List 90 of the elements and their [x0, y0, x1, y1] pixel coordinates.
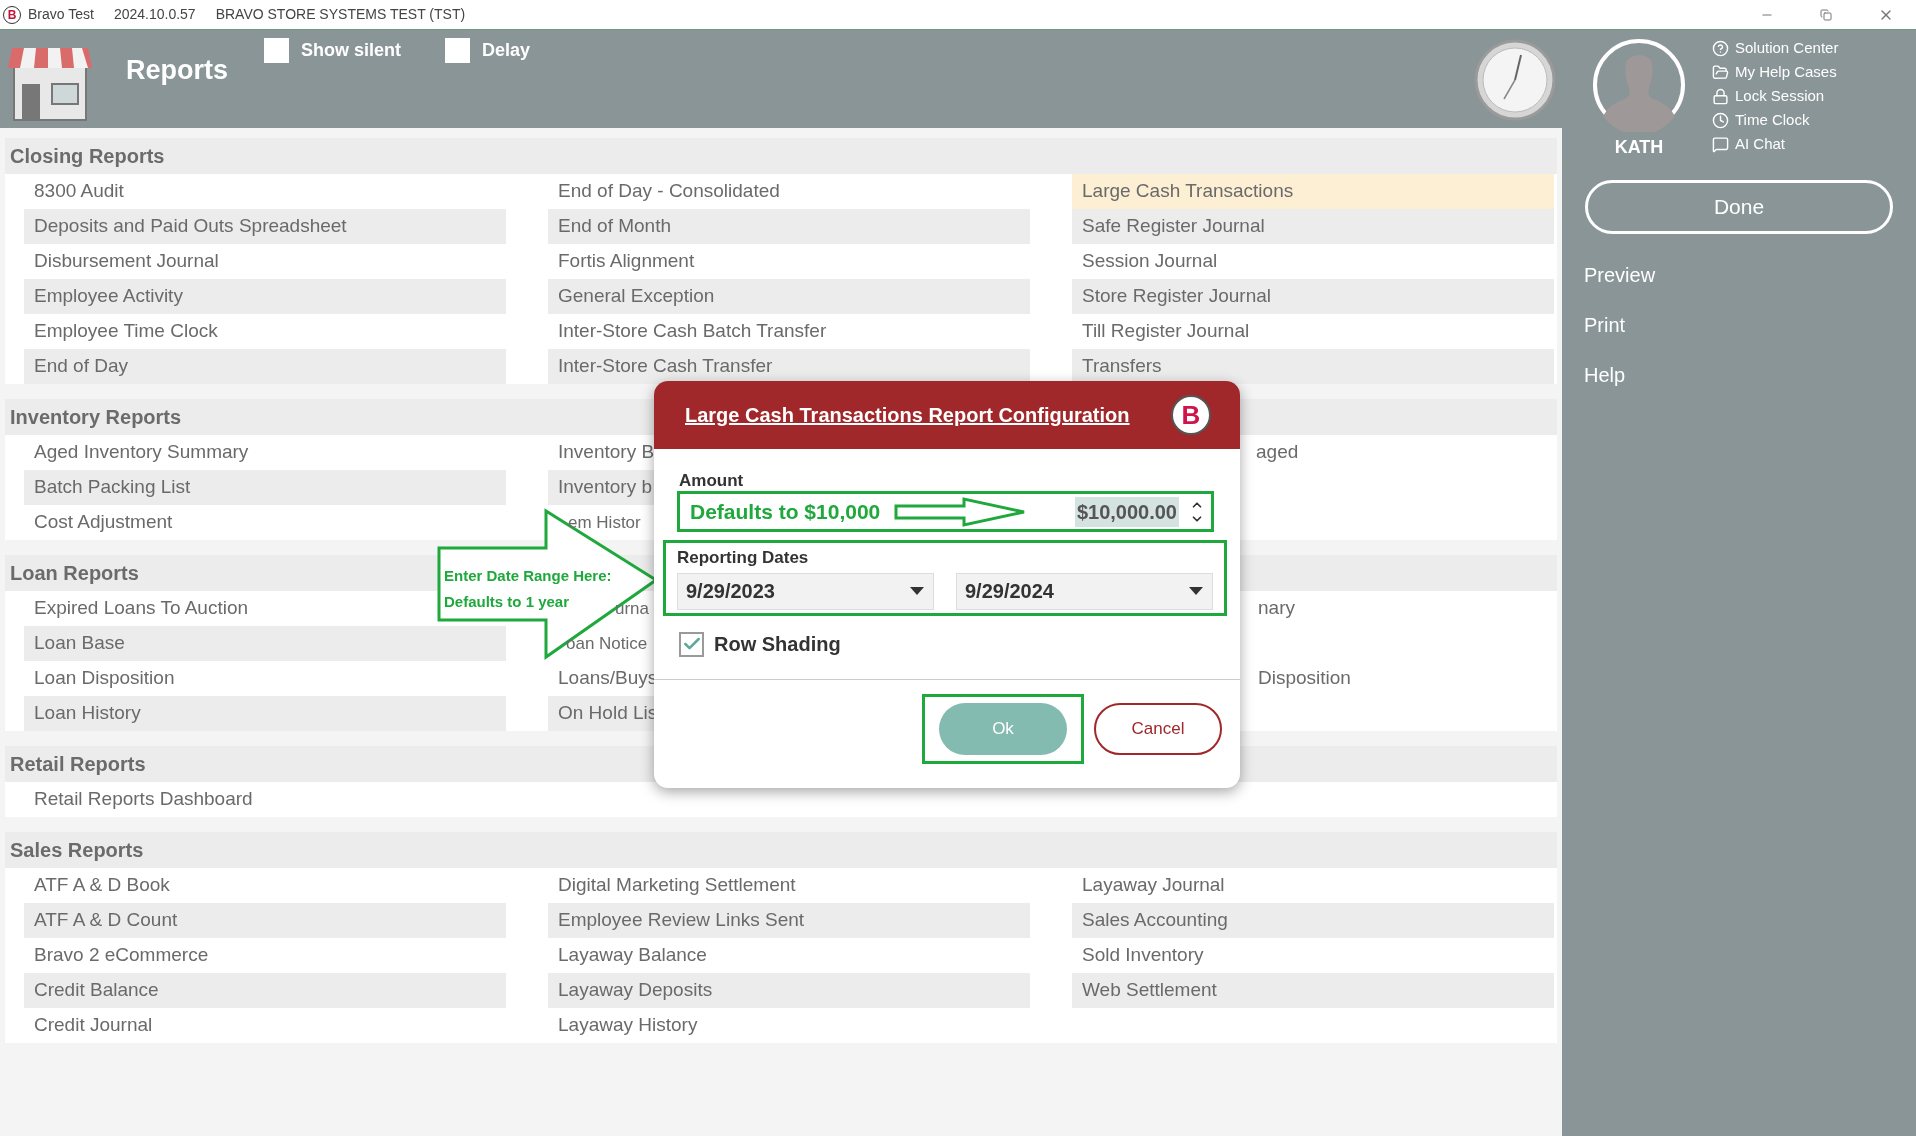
report-item[interactable]: Retail Reports Dashboard	[34, 785, 253, 814]
report-item[interactable]: General Exception	[548, 279, 1030, 314]
report-item[interactable]: Sold Inventory	[1082, 941, 1204, 970]
report-item[interactable]: Layaway Journal	[1082, 871, 1225, 900]
report-item[interactable]: Store Register Journal	[1072, 279, 1554, 314]
report-item[interactable]: Credit Balance	[24, 973, 506, 1008]
user-name: KATH	[1614, 136, 1664, 159]
dates-label: Reporting Dates	[677, 547, 810, 569]
report-item[interactable]: Cost Adjustment	[34, 508, 173, 537]
report-item[interactable]: Disposition	[1258, 664, 1351, 693]
side-action-link[interactable]: Print	[1584, 310, 1626, 340]
report-item[interactable]: Layaway Balance	[558, 941, 707, 970]
report-item[interactable]: Credit Journal	[34, 1011, 153, 1040]
report-item[interactable]: 8300 Audit	[34, 177, 124, 206]
restore-icon[interactable]	[1820, 8, 1832, 21]
clock-icon	[1712, 111, 1729, 129]
report-item[interactable]: Large Cash Transactions	[1072, 174, 1554, 209]
user-menu-item[interactable]: My Help Cases	[1712, 62, 1839, 82]
report-item[interactable]: Loan Disposition	[34, 664, 175, 693]
report-item[interactable]: Inter-Store Cash Transfer	[548, 349, 1030, 384]
option-checkbox[interactable]	[264, 38, 289, 63]
report-item[interactable]: ATF A & D Book	[34, 871, 170, 900]
folder-icon	[1712, 63, 1729, 81]
caret-icon	[1188, 586, 1204, 596]
report-item[interactable]: End of Day	[24, 349, 506, 384]
chat-icon	[1712, 135, 1729, 153]
report-item[interactable]: urna	[615, 595, 650, 622]
report-item[interactable]: Aged Inventory Summary	[34, 438, 249, 467]
section-header: Closing Reports	[5, 138, 1557, 174]
report-item[interactable]: Safe Register Journal	[1072, 209, 1554, 244]
report-item[interactable]: Layaway History	[558, 1011, 698, 1040]
report-item[interactable]: aged	[1256, 438, 1299, 467]
done-button[interactable]: Done	[1585, 180, 1893, 234]
report-item[interactable]: Web Settlement	[1072, 973, 1554, 1008]
report-item[interactable]: End of Month	[548, 209, 1030, 244]
app-logo: B	[3, 5, 21, 24]
report-item[interactable]: Layaway Deposits	[548, 973, 1030, 1008]
report-item[interactable]: Employee Review Links Sent	[548, 903, 1030, 938]
section-header: Sales Reports	[5, 832, 1557, 868]
report-item[interactable]: Disbursement Journal	[34, 247, 219, 276]
report-item[interactable]: Expired Loans To Auction	[34, 594, 249, 623]
report-item[interactable]: Loan History	[24, 696, 506, 731]
annotation-note: Defaults to 1 year	[444, 591, 571, 612]
row-shading-label: Row Shading	[714, 632, 841, 657]
date-dropdown[interactable]: 9/29/2024	[956, 572, 1213, 610]
row-shading-checkbox[interactable]	[679, 631, 704, 657]
lock-icon	[1712, 87, 1729, 105]
report-item[interactable]: Bravo 2 eCommerce	[34, 941, 209, 970]
report-item[interactable]: Employee Activity	[24, 279, 506, 314]
window-title: Bravo Test	[28, 5, 94, 24]
report-item[interactable]: ATF A & D Count	[24, 903, 506, 938]
annotation-note: Defaults to $10,000	[690, 498, 881, 525]
dialog-logo: B	[1171, 395, 1211, 435]
report-item[interactable]: Loans/Buys	[558, 664, 658, 693]
report-item[interactable]: Transfers	[1072, 349, 1554, 384]
report-item[interactable]: Employee Time Clock	[34, 317, 218, 346]
report-item[interactable]: em Histor	[568, 509, 641, 536]
report-item[interactable]: Inventory B	[558, 438, 655, 467]
report-item[interactable]: Inter-Store Cash Batch Transfer	[558, 317, 827, 346]
side-action-link[interactable]: Help	[1584, 360, 1626, 390]
option-label: Show silent	[301, 39, 402, 62]
user-menu-item[interactable]: Solution Center	[1712, 38, 1839, 58]
side-action-link[interactable]: Preview	[1584, 260, 1656, 290]
cancel-button[interactable]: Cancel	[1094, 703, 1222, 755]
amount-label: Amount	[679, 472, 745, 489]
report-item[interactable]: End of Day - Consolidated	[558, 177, 780, 206]
page-title: Reports	[126, 54, 228, 87]
date-dropdown[interactable]: 9/29/2023	[677, 572, 934, 610]
report-item[interactable]: Loan Base	[24, 626, 506, 661]
annotation-note: Enter Date Range Here:	[444, 566, 612, 586]
environment-text: BRAVO STORE SYSTEMS TEST (TST)	[215, 5, 466, 24]
report-item[interactable]: oan Notice	[566, 630, 648, 657]
help-icon	[1712, 39, 1729, 57]
report-item[interactable]: Digital Marketing Settlement	[558, 871, 796, 900]
user-menu-item[interactable]: AI Chat	[1712, 134, 1839, 154]
amount-field[interactable]: $10,000.00	[1074, 496, 1179, 527]
option-label: Delay	[482, 39, 531, 62]
report-item[interactable]: Batch Packing List	[24, 470, 506, 505]
report-item[interactable]: Sales Accounting	[1072, 903, 1554, 938]
report-item[interactable]: Till Register Journal	[1082, 317, 1250, 346]
option-checkbox[interactable]	[445, 38, 471, 63]
dialog-title: Large Cash Transactions Report Configuration	[685, 403, 1130, 428]
report-item[interactable]: Fortis Alignment	[558, 247, 695, 276]
user-menu-item[interactable]: Time Clock	[1712, 110, 1839, 130]
caret-icon	[909, 586, 925, 596]
report-item[interactable]: nary	[1258, 594, 1295, 623]
report-item[interactable]: Session Journal	[1082, 247, 1218, 276]
version-text: 2024.10.0.57	[113, 5, 196, 24]
user-menu-item[interactable]: Lock Session	[1712, 86, 1839, 106]
report-item[interactable]: Deposits and Paid Outs Spreadsheet	[24, 209, 506, 244]
